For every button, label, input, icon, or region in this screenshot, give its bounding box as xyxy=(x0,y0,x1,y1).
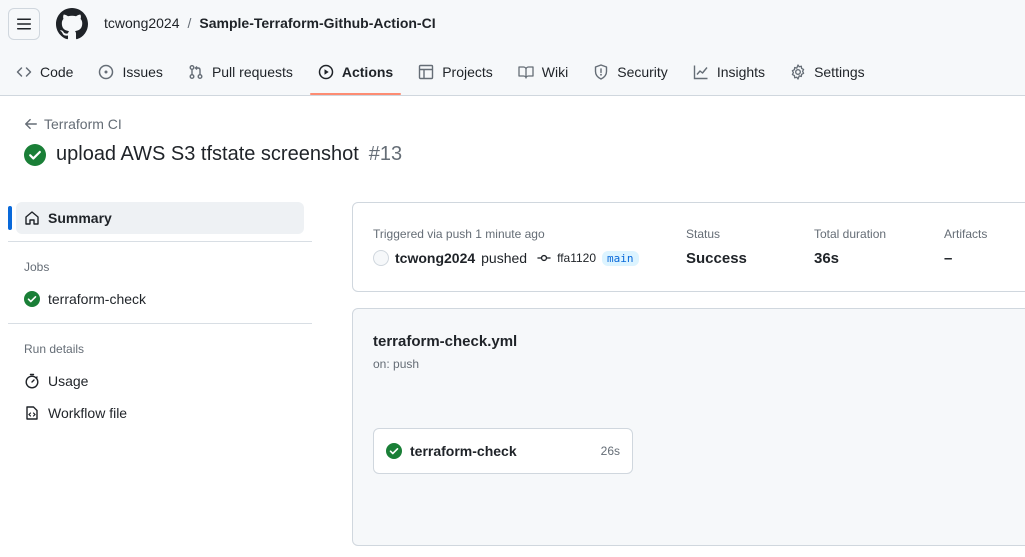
page-title: upload AWS S3 tfstate screenshot #13 xyxy=(24,143,402,166)
status-label: Status xyxy=(686,227,721,241)
tab-code[interactable]: Code xyxy=(8,56,81,88)
tab-wiki[interactable]: Wiki xyxy=(510,56,576,88)
workflow-name: Terraform CI xyxy=(44,116,122,132)
arrow-left-icon xyxy=(25,118,37,130)
file-code-icon xyxy=(26,406,38,420)
tab-issues[interactable]: Issues xyxy=(90,56,170,88)
run-details-heading: Run details xyxy=(24,342,85,356)
actor-link[interactable]: tcwong2024 xyxy=(395,250,475,266)
code-icon xyxy=(16,67,32,77)
workflow-file-name: terraform-check.yml xyxy=(373,333,518,350)
tab-actions[interactable]: Actions xyxy=(309,56,402,95)
tab-label: Settings xyxy=(814,64,865,80)
sidebar-item-label: Summary xyxy=(48,210,112,226)
trigger-text: Triggered via push 1 minute ago xyxy=(373,227,545,241)
commit-sha-link[interactable]: ffa1120 xyxy=(557,251,596,265)
status-value: Success xyxy=(686,250,747,267)
gear-icon xyxy=(791,64,805,80)
github-logo-icon[interactable] xyxy=(56,8,88,40)
stopwatch-icon xyxy=(25,373,39,389)
pull-request-icon xyxy=(189,65,203,79)
tab-label: Pull requests xyxy=(211,64,293,80)
sidebar-item-workflow-file[interactable]: Workflow file xyxy=(24,397,312,429)
tab-pull-requests[interactable]: Pull requests xyxy=(180,56,301,88)
artifacts-value: – xyxy=(944,250,953,267)
breadcrumb: tcwong2024 / Sample-Terraform-Github-Act… xyxy=(104,15,436,31)
run-sidebar: Summary Jobs terraform-check Run details… xyxy=(8,202,312,429)
run-title: upload AWS S3 tfstate screenshot xyxy=(56,143,359,165)
avatar[interactable] xyxy=(373,250,389,266)
push-info: tcwong2024 pushed ffa1120 main xyxy=(373,250,639,266)
home-icon xyxy=(25,211,39,225)
run-summary-card: Triggered via push 1 minute ago tcwong20… xyxy=(352,202,1025,292)
tab-label: Issues xyxy=(122,64,163,80)
issue-icon xyxy=(99,64,114,80)
shield-icon xyxy=(595,64,608,80)
job-name: terraform-check xyxy=(410,443,517,459)
tab-label: Actions xyxy=(341,64,394,80)
check-circle-icon xyxy=(24,291,40,307)
back-to-workflow-link[interactable]: Terraform CI xyxy=(24,116,122,132)
graph-icon xyxy=(693,65,708,80)
repo-header: tcwong2024 / Sample-Terraform-Github-Act… xyxy=(0,0,1025,96)
job-duration: 26s xyxy=(600,444,620,458)
branch-badge[interactable]: main xyxy=(602,250,639,266)
sidebar-divider xyxy=(8,323,312,324)
tab-label: Security xyxy=(617,64,668,80)
tab-security[interactable]: Security xyxy=(585,56,676,88)
pushed-text: pushed xyxy=(481,250,528,266)
duration-label: Total duration xyxy=(814,227,887,241)
jobs-heading: Jobs xyxy=(24,260,50,274)
play-icon xyxy=(318,64,334,80)
tab-label: Projects xyxy=(442,64,493,80)
repo-nav: Code Issues Pull requests Actions Projec… xyxy=(8,56,882,96)
menu-button[interactable] xyxy=(8,8,40,40)
sidebar-item-label: Usage xyxy=(48,373,89,389)
repo-name-link[interactable]: Sample-Terraform-Github-Action-CI xyxy=(199,15,435,31)
check-circle-icon xyxy=(386,443,402,459)
tab-label: Wiki xyxy=(541,64,569,80)
sidebar-item-usage[interactable]: Usage xyxy=(24,365,312,397)
commit-icon xyxy=(537,254,551,262)
tab-label: Insights xyxy=(716,64,766,80)
table-icon xyxy=(419,64,434,80)
check-circle-icon xyxy=(24,143,46,166)
workflow-trigger: on: push xyxy=(373,357,420,371)
artifacts-label: Artifacts xyxy=(944,227,988,241)
run-number: #13 xyxy=(368,143,403,165)
repo-owner-link[interactable]: tcwong2024 xyxy=(104,15,180,31)
workflow-graph-card: terraform-check.yml on: push terraform-c… xyxy=(352,308,1025,546)
tab-projects[interactable]: Projects xyxy=(410,56,501,88)
duration-value: 36s xyxy=(814,250,840,267)
sidebar-item-job[interactable]: terraform-check xyxy=(24,283,312,315)
hamburger-icon xyxy=(17,18,31,30)
job-node[interactable]: terraform-check 26s xyxy=(373,428,633,474)
tab-settings[interactable]: Settings xyxy=(782,56,873,88)
sidebar-item-label: terraform-check xyxy=(48,291,147,307)
book-icon xyxy=(518,66,534,79)
tab-insights[interactable]: Insights xyxy=(685,56,773,88)
sidebar-item-summary[interactable]: Summary xyxy=(8,202,304,234)
breadcrumb-separator: / xyxy=(187,15,192,31)
sidebar-item-label: Workflow file xyxy=(48,405,128,421)
sidebar-divider xyxy=(8,241,312,242)
tab-label: Code xyxy=(40,64,74,80)
